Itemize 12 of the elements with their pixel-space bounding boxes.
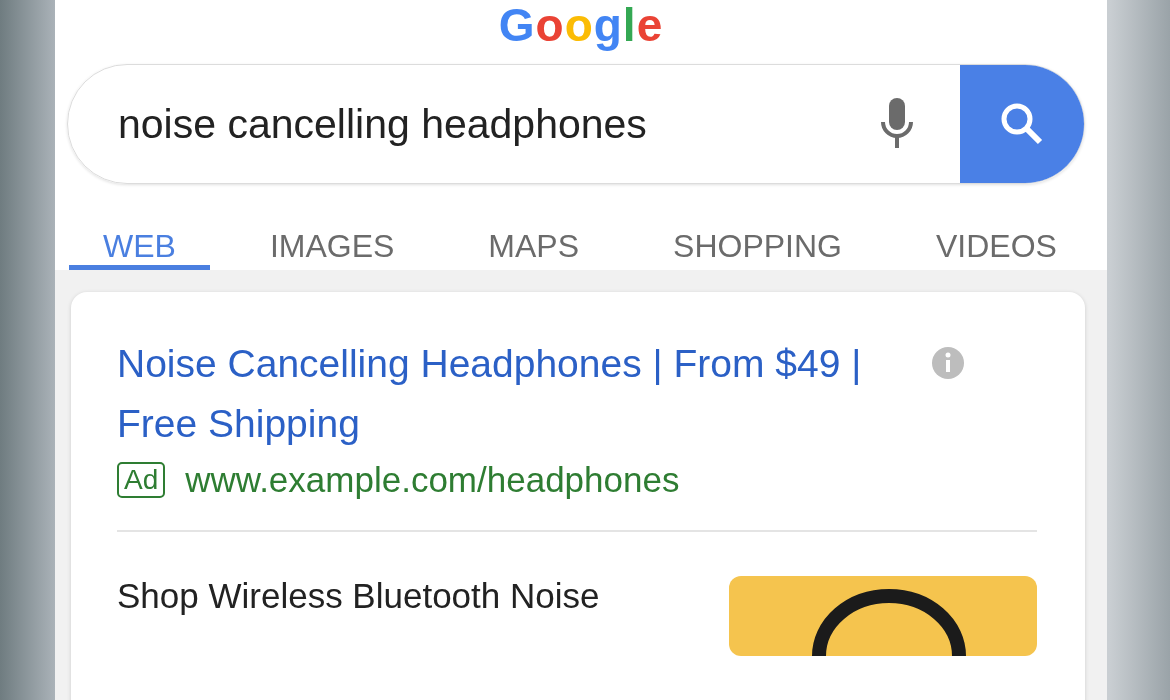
search-bar[interactable]: noise cancelling headphones	[67, 64, 1085, 184]
search-field[interactable]: noise cancelling headphones	[68, 99, 880, 149]
tab[interactable]: IMAGES	[235, 184, 429, 270]
search-button[interactable]	[960, 65, 1084, 183]
result-title-link[interactable]: Shop Wireless Bluetooth Noise	[117, 576, 600, 656]
ad-label: Ad	[117, 462, 166, 498]
logo: Google	[498, 0, 664, 50]
tab[interactable]: SHOPPING	[639, 184, 876, 270]
tab[interactable]: VIDEOS	[901, 184, 1091, 270]
ad-title-link[interactable]: Noise Cancelling Headphones | From $49 | Free Shipping	[117, 334, 917, 454]
ad-url: www.example.com/headphones	[185, 460, 680, 500]
tab[interactable]: MAPS	[454, 184, 614, 270]
